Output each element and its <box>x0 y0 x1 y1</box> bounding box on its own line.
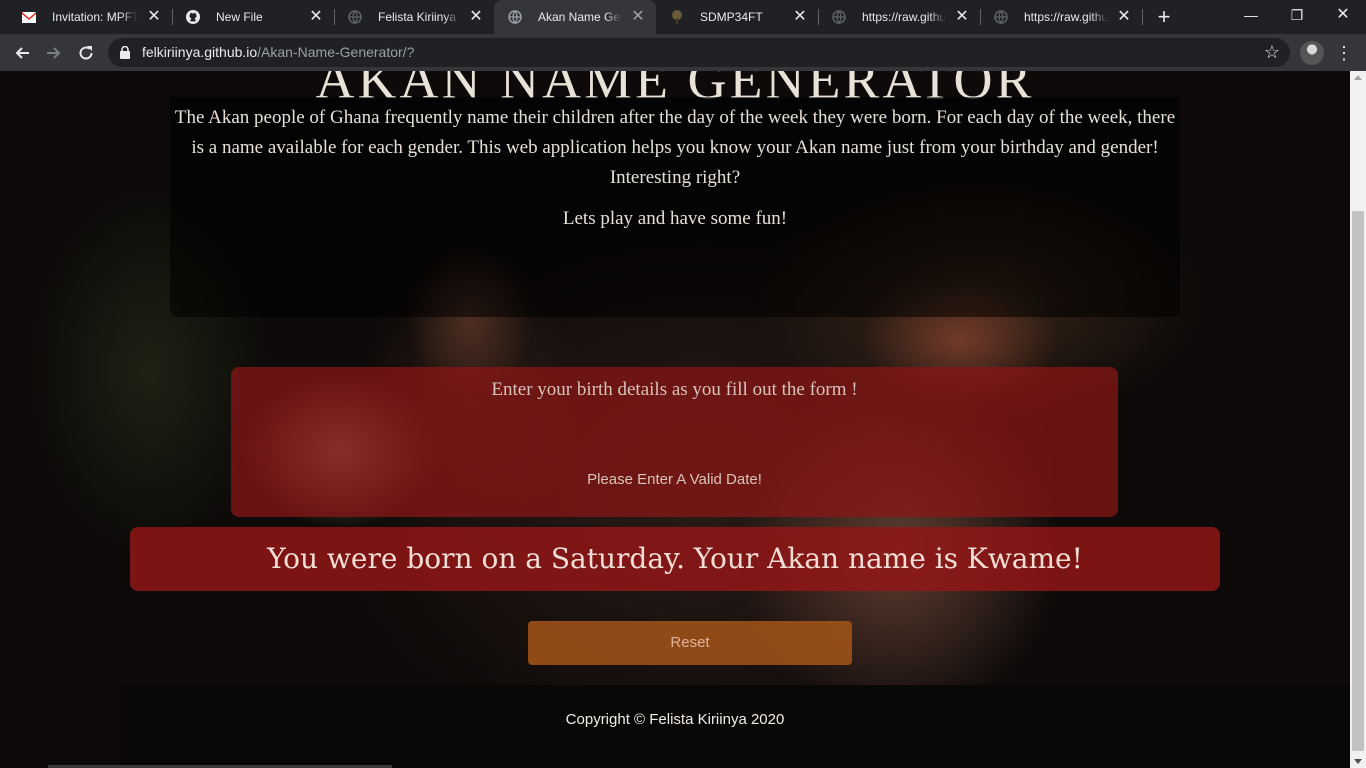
tab-title: SDMP34FT <box>700 10 763 24</box>
forward-icon[interactable] <box>40 39 68 67</box>
tab-title: https://raw.github <box>1024 10 1108 24</box>
bookmark-star-icon[interactable]: ☆ <box>1264 42 1280 63</box>
browser-menu-icon[interactable]: ⋮ <box>1334 39 1354 67</box>
tab-github-new-file[interactable]: New File ✕ <box>172 0 334 34</box>
globe-icon <box>994 10 1008 24</box>
scroll-thumb[interactable] <box>1352 211 1364 751</box>
birth-details-form: Enter your birth details as you fill out… <box>231 367 1118 517</box>
tab-felista-kiriinya[interactable]: Felista Kiriinya - M ✕ <box>334 0 494 34</box>
url-path: /Akan-Name-Generator/? <box>257 44 415 60</box>
tree-icon <box>670 10 684 24</box>
tab-title: Felista Kiriinya - M <box>378 10 460 24</box>
copyright-text: Copyright © Felista Kiriinya 2020 <box>565 711 785 728</box>
tab-raw-github-2[interactable]: https://raw.github ✕ <box>980 0 1142 34</box>
scroll-down-icon[interactable] <box>1354 759 1362 764</box>
minimize-icon[interactable]: — <box>1228 0 1274 30</box>
close-tab-icon[interactable]: ✕ <box>792 9 808 25</box>
window-close-icon[interactable]: ✕ <box>1320 0 1366 30</box>
gmail-icon <box>22 10 36 24</box>
tab-raw-github-1[interactable]: https://raw.github ✕ <box>818 0 980 34</box>
page-viewport: Akan Name Generator The Akan people of G… <box>0 71 1350 768</box>
tab-akan-name-generator[interactable]: Akan Name Gener ✕ <box>494 0 656 34</box>
tab-gmail[interactable]: Invitation: MPFT34 ✕ <box>8 0 172 34</box>
globe-icon <box>832 10 846 24</box>
tab-title: Akan Name Gener <box>538 10 622 24</box>
form-heading: Enter your birth details as you fill out… <box>491 379 858 400</box>
profile-avatar[interactable] <box>1300 41 1324 65</box>
reload-icon[interactable] <box>72 39 100 67</box>
intro-paragraph: The Akan people of Ghana frequently name… <box>174 107 1176 188</box>
tagline: Lets play and have some fun! <box>562 208 788 229</box>
globe-icon <box>348 10 362 24</box>
close-tab-icon[interactable]: ✕ <box>1116 9 1132 25</box>
address-bar[interactable]: felkiriinya.github.io/Akan-Name-Generato… <box>108 38 1290 67</box>
tab-divider <box>1142 9 1143 25</box>
tab-sdmp34ft[interactable]: SDMP34FT ✕ <box>656 0 818 34</box>
github-icon <box>186 10 200 24</box>
vertical-scrollbar[interactable] <box>1350 71 1366 768</box>
footer: Copyright © Felista Kiriinya 2020 <box>120 685 1350 768</box>
close-tab-icon[interactable]: ✕ <box>146 9 162 25</box>
browser-toolbar: felkiriinya.github.io/Akan-Name-Generato… <box>0 34 1366 71</box>
globe-icon <box>508 10 522 24</box>
close-tab-icon[interactable]: ✕ <box>468 9 484 25</box>
tab-title: New File <box>216 10 263 24</box>
new-tab-icon[interactable]: + <box>1154 6 1174 28</box>
tab-title: https://raw.github <box>862 10 946 24</box>
tab-strip: Invitation: MPFT34 ✕ New File ✕ Felista … <box>0 0 1366 34</box>
close-tab-icon[interactable]: ✕ <box>308 9 324 25</box>
restore-icon[interactable]: ❐ <box>1274 0 1320 30</box>
close-tab-icon[interactable]: ✕ <box>954 9 970 25</box>
tab-title: Invitation: MPFT34 <box>52 10 138 24</box>
date-error-message: Please Enter A Valid Date! <box>587 471 762 488</box>
scroll-up-icon[interactable] <box>1354 75 1362 80</box>
reset-button[interactable]: Reset <box>528 621 852 665</box>
url-host: felkiriinya.github.io <box>142 44 258 60</box>
lock-icon[interactable] <box>120 45 130 59</box>
close-tab-icon[interactable]: ✕ <box>630 9 646 25</box>
url-text[interactable]: felkiriinya.github.io/Akan-Name-Generato… <box>142 38 414 67</box>
akan-name-result: You were born on a Saturday. Your Akan n… <box>130 527 1220 591</box>
back-icon[interactable] <box>8 39 36 67</box>
